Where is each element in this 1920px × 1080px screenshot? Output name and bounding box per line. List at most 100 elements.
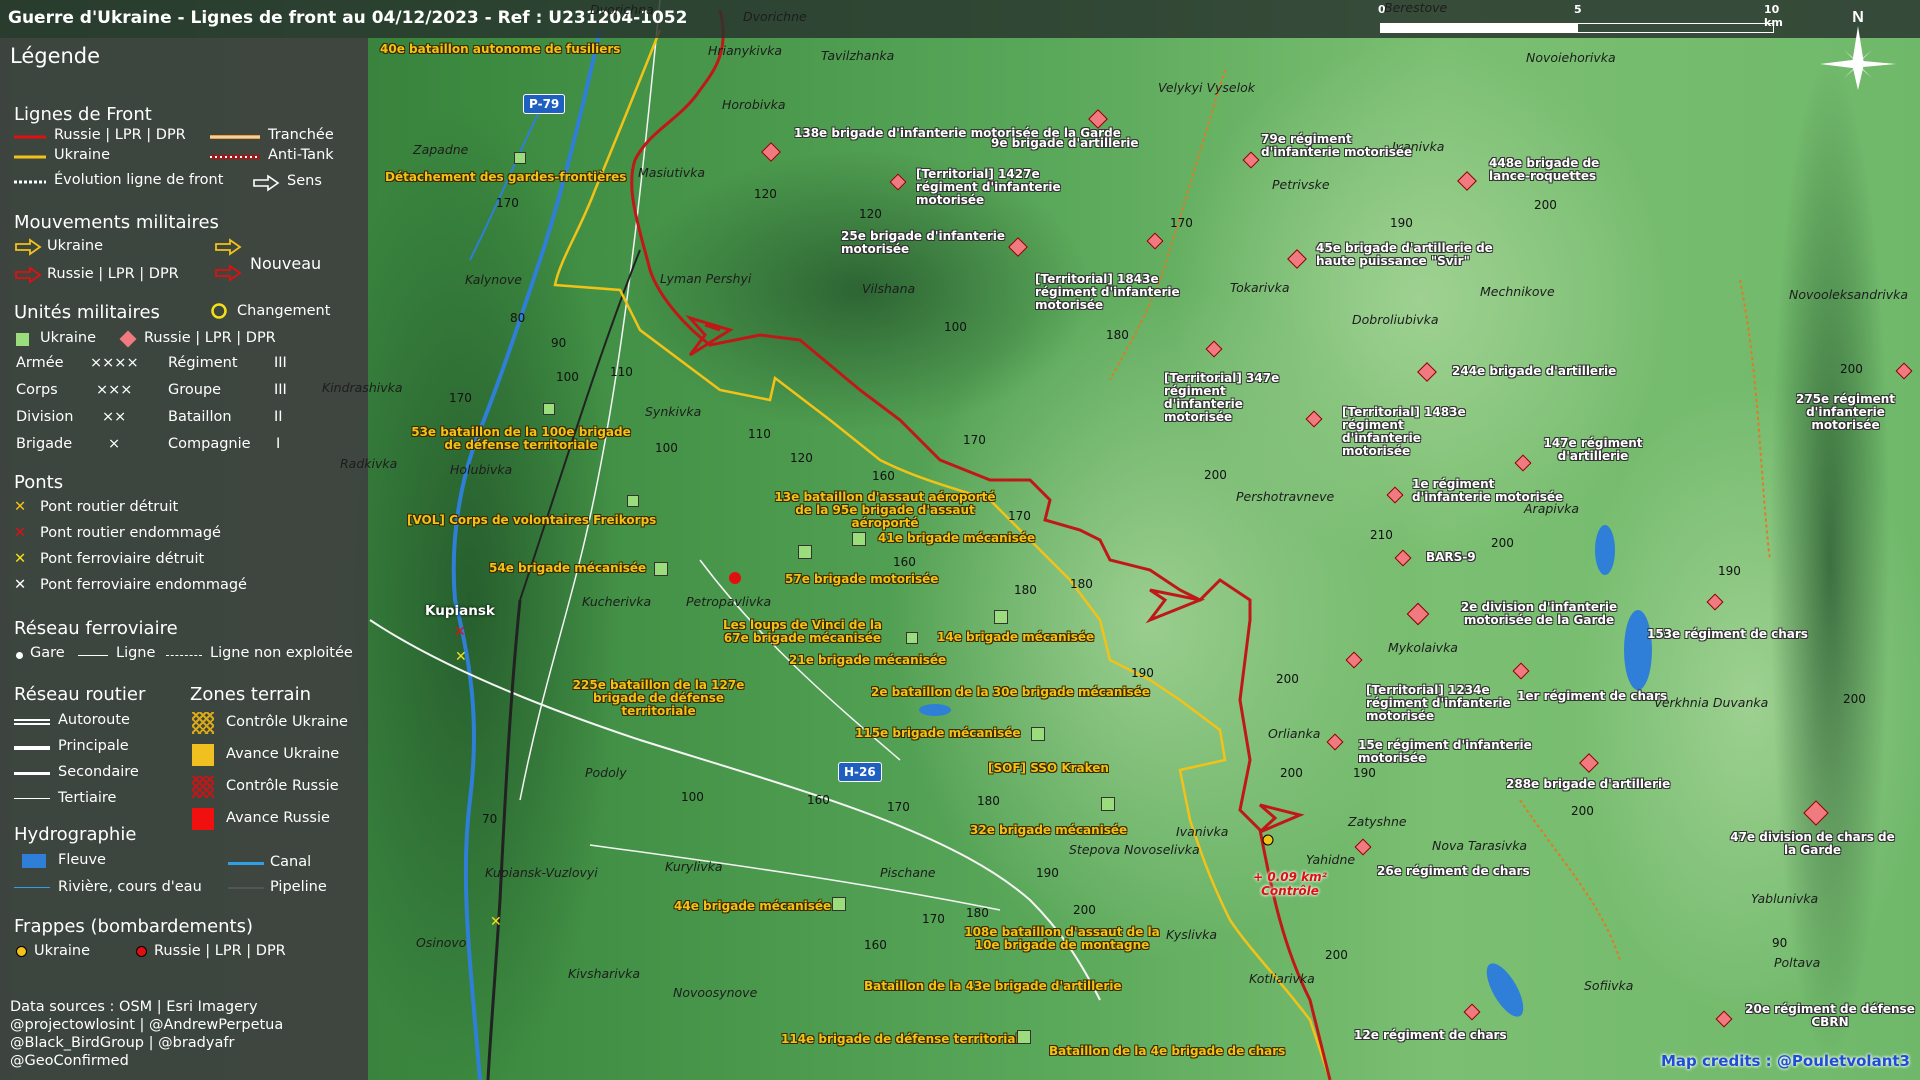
unit-ukraine-label[interactable]: 13e bataillon d'assaut aéroporté de la 9… bbox=[770, 491, 1000, 530]
unit-russia-label[interactable]: 448e brigade de lance-roquettes bbox=[1489, 157, 1619, 183]
unit-russia-label[interactable]: 25e brigade d'infanterie motorisée bbox=[841, 230, 1021, 256]
unit-russia-label[interactable]: 288e brigade d'artillerie bbox=[1506, 778, 1670, 791]
unit-ukraine-label[interactable]: Détachement des gardes-frontières bbox=[385, 171, 626, 184]
elevation-label: 120 bbox=[754, 187, 777, 201]
unit-ukraine-label[interactable]: [VOL] Corps de volontaires Freikorps bbox=[407, 514, 656, 527]
unit-ukraine-label[interactable]: 2e bataillon de la 30e brigade mécanisée bbox=[871, 686, 1150, 699]
unit-ukraine-marker[interactable] bbox=[654, 562, 668, 576]
unit-russia-label[interactable]: 1er régiment de chars bbox=[1517, 690, 1667, 703]
ech-sym-6: II bbox=[274, 409, 283, 425]
arrow-new-icon bbox=[215, 238, 242, 282]
unit-russia-label[interactable]: 26e régiment de chars bbox=[1377, 865, 1530, 878]
unit-russia-label[interactable]: 244e brigade d'artillerie bbox=[1452, 365, 1616, 378]
ech-name-2: Division bbox=[16, 409, 74, 425]
elevation-label: 100 bbox=[944, 320, 967, 334]
legend-mov-ru: Russie | LPR | DPR bbox=[47, 266, 179, 282]
unit-ukraine-label[interactable]: Bataillon de la 4e brigade de chars bbox=[1049, 1045, 1285, 1058]
place-label: Orlianka bbox=[1268, 726, 1321, 741]
ech-sym-5: III bbox=[274, 382, 287, 398]
ech-sym-3: × bbox=[108, 436, 121, 452]
unit-russia-label[interactable]: 275e régiment d'infanterie motorisée bbox=[1773, 393, 1918, 432]
unit-ukraine-marker[interactable] bbox=[1017, 1030, 1031, 1044]
unit-ukraine-label[interactable]: 44e brigade mécanisée bbox=[674, 900, 831, 913]
legend-zone-0: Contrôle Ukraine bbox=[226, 714, 348, 730]
elevation-label: 90 bbox=[1772, 936, 1788, 950]
bridge-destroyed-icon[interactable]: ✕ bbox=[455, 649, 467, 665]
unit-russia-label[interactable]: 9e brigade d'artillerie bbox=[991, 137, 1139, 150]
place-label: Kupiansk-Vuzlovyi bbox=[485, 865, 598, 880]
unit-ukraine-marker[interactable] bbox=[852, 532, 866, 546]
elevation-label: 190 bbox=[1353, 766, 1376, 780]
legend-zones-title: Zones terrain bbox=[190, 684, 311, 705]
unit-russia-label[interactable]: BARS-9 bbox=[1426, 551, 1476, 564]
legend-units-ua: Ukraine bbox=[40, 330, 96, 346]
elevation-label: 190 bbox=[1131, 666, 1154, 680]
unit-russia-label[interactable]: [Territorial] 1843e régiment d'infanteri… bbox=[1035, 273, 1185, 312]
elevation-label: 170 bbox=[496, 196, 519, 210]
place-label: Dobroliubivka bbox=[1352, 312, 1439, 327]
unit-russia-label[interactable]: 147e régiment d'artillerie bbox=[1538, 437, 1648, 463]
unit-russia-label[interactable]: [Territorial] 1234e régiment d'infanteri… bbox=[1366, 684, 1516, 723]
legend-hydro-0: Fleuve bbox=[58, 852, 106, 868]
unit-russia-label[interactable]: 12e régiment de chars bbox=[1354, 1029, 1507, 1042]
unit-ukraine-label[interactable]: 40e bataillon autonome de fusiliers bbox=[380, 43, 620, 56]
unit-ukraine-label[interactable]: 21e brigade mécanisée bbox=[789, 654, 946, 667]
north-arrow-icon: N bbox=[1820, 9, 1896, 90]
place-label: Dvorichne bbox=[743, 9, 807, 24]
map-credit: Map credits : @Pouletvolant3 bbox=[1661, 1052, 1910, 1070]
legend-road-3: Tertiaire bbox=[58, 790, 117, 806]
unit-russia-label[interactable]: 79e régiment d'infanterie motorisée bbox=[1261, 133, 1431, 159]
legend-hydro-3: Pipeline bbox=[270, 879, 327, 895]
elevation-label: 110 bbox=[748, 427, 771, 441]
elevation-label: 180 bbox=[1014, 583, 1037, 597]
unit-ukraine-label[interactable]: 225e bataillon de la 127e brigade de déf… bbox=[556, 679, 761, 718]
unit-ukraine-label[interactable]: Les loups de Vinci de la 67e brigade méc… bbox=[715, 619, 890, 645]
unit-russia-label[interactable]: 20e régiment de défense CBRN bbox=[1745, 1003, 1915, 1029]
legend-rail-gare: Gare bbox=[30, 645, 65, 661]
unit-ukraine-label[interactable]: 41e brigade mécanisée bbox=[878, 532, 1035, 545]
unit-ukraine-label[interactable]: 32e brigade mécanisée bbox=[970, 824, 1127, 837]
unit-ukraine-label[interactable]: 54e brigade mécanisée bbox=[489, 562, 646, 575]
bridge-destroyed-icon[interactable]: ✕ bbox=[490, 914, 502, 930]
unit-ukraine-label[interactable]: 14e brigade mécanisée bbox=[937, 631, 1094, 644]
legend-bridge-1: Pont routier endommagé bbox=[40, 525, 221, 541]
unit-russia-label[interactable]: 47e division de chars de la Garde bbox=[1730, 831, 1895, 857]
unit-ukraine-marker[interactable] bbox=[798, 545, 812, 559]
unit-ukraine-marker[interactable] bbox=[1031, 727, 1045, 741]
elevation-label: 100 bbox=[556, 370, 579, 384]
unit-russia-label[interactable]: 45e brigade d'artillerie de haute puissa… bbox=[1316, 242, 1496, 268]
unit-ukraine-label[interactable]: 108e bataillon d'assaut de la 10e brigad… bbox=[962, 926, 1162, 952]
unit-ukraine-marker[interactable] bbox=[994, 610, 1008, 624]
elevation-label: 90 bbox=[551, 336, 567, 350]
source-line: @Black_BirdGroup | @bradyafr bbox=[10, 1035, 235, 1051]
unit-russia-label[interactable]: 15e régiment d'infanterie motorisée bbox=[1358, 739, 1538, 765]
unit-ukraine-marker[interactable] bbox=[1101, 797, 1115, 811]
unit-russia-label[interactable]: [Territorial] 347e régiment d'infanterie… bbox=[1164, 372, 1304, 424]
elevation-label: 170 bbox=[1008, 509, 1031, 523]
legend-zone-3: Avance Russie bbox=[226, 810, 330, 826]
bridge-damaged-icon[interactable]: ✕ bbox=[454, 624, 466, 640]
unit-ukraine-label[interactable]: 57e brigade motorisée bbox=[785, 573, 938, 586]
source-line: @GeoConfirmed bbox=[10, 1053, 129, 1069]
unit-ukraine-label[interactable]: 114e brigade de défense territoriale bbox=[781, 1033, 1028, 1046]
russia-strike-marker bbox=[729, 572, 741, 584]
unit-ukraine-marker[interactable] bbox=[627, 495, 639, 507]
unit-ukraine-label[interactable]: [SOF] SSO Kraken bbox=[988, 762, 1109, 775]
legend-front-title: Lignes de Front bbox=[14, 104, 152, 125]
unit-ukraine-label[interactable]: 53e bataillon de la 100e brigade de défe… bbox=[406, 426, 636, 452]
unit-ukraine-marker[interactable] bbox=[514, 152, 526, 164]
unit-ukraine-label[interactable]: Bataillon de la 43e brigade d'artillerie bbox=[864, 980, 1122, 993]
unit-russia-label[interactable]: [Territorial] 1483e régiment d'infanteri… bbox=[1342, 406, 1482, 458]
unit-russia-label[interactable]: 153e régiment de chars bbox=[1647, 628, 1808, 641]
legend-mov-title: Mouvements militaires bbox=[14, 212, 219, 233]
legend-units-ru: Russie | LPR | DPR bbox=[144, 330, 276, 346]
unit-ukraine-marker[interactable] bbox=[906, 632, 918, 644]
unit-russia-label[interactable]: 1e régiment d'infanterie motorisée bbox=[1412, 478, 1572, 504]
unit-ukraine-marker[interactable] bbox=[543, 403, 555, 415]
place-label: Kurylivka bbox=[665, 859, 723, 874]
unit-ukraine-label[interactable]: 115e brigade mécanisée bbox=[855, 727, 1021, 740]
place-label: Kivsharivka bbox=[568, 966, 641, 981]
unit-russia-label[interactable]: [Territorial] 1427e régiment d'infanteri… bbox=[916, 168, 1066, 207]
unit-russia-label[interactable]: 2e division d'infanterie motorisée de la… bbox=[1454, 601, 1624, 627]
unit-ukraine-marker[interactable] bbox=[832, 897, 846, 911]
